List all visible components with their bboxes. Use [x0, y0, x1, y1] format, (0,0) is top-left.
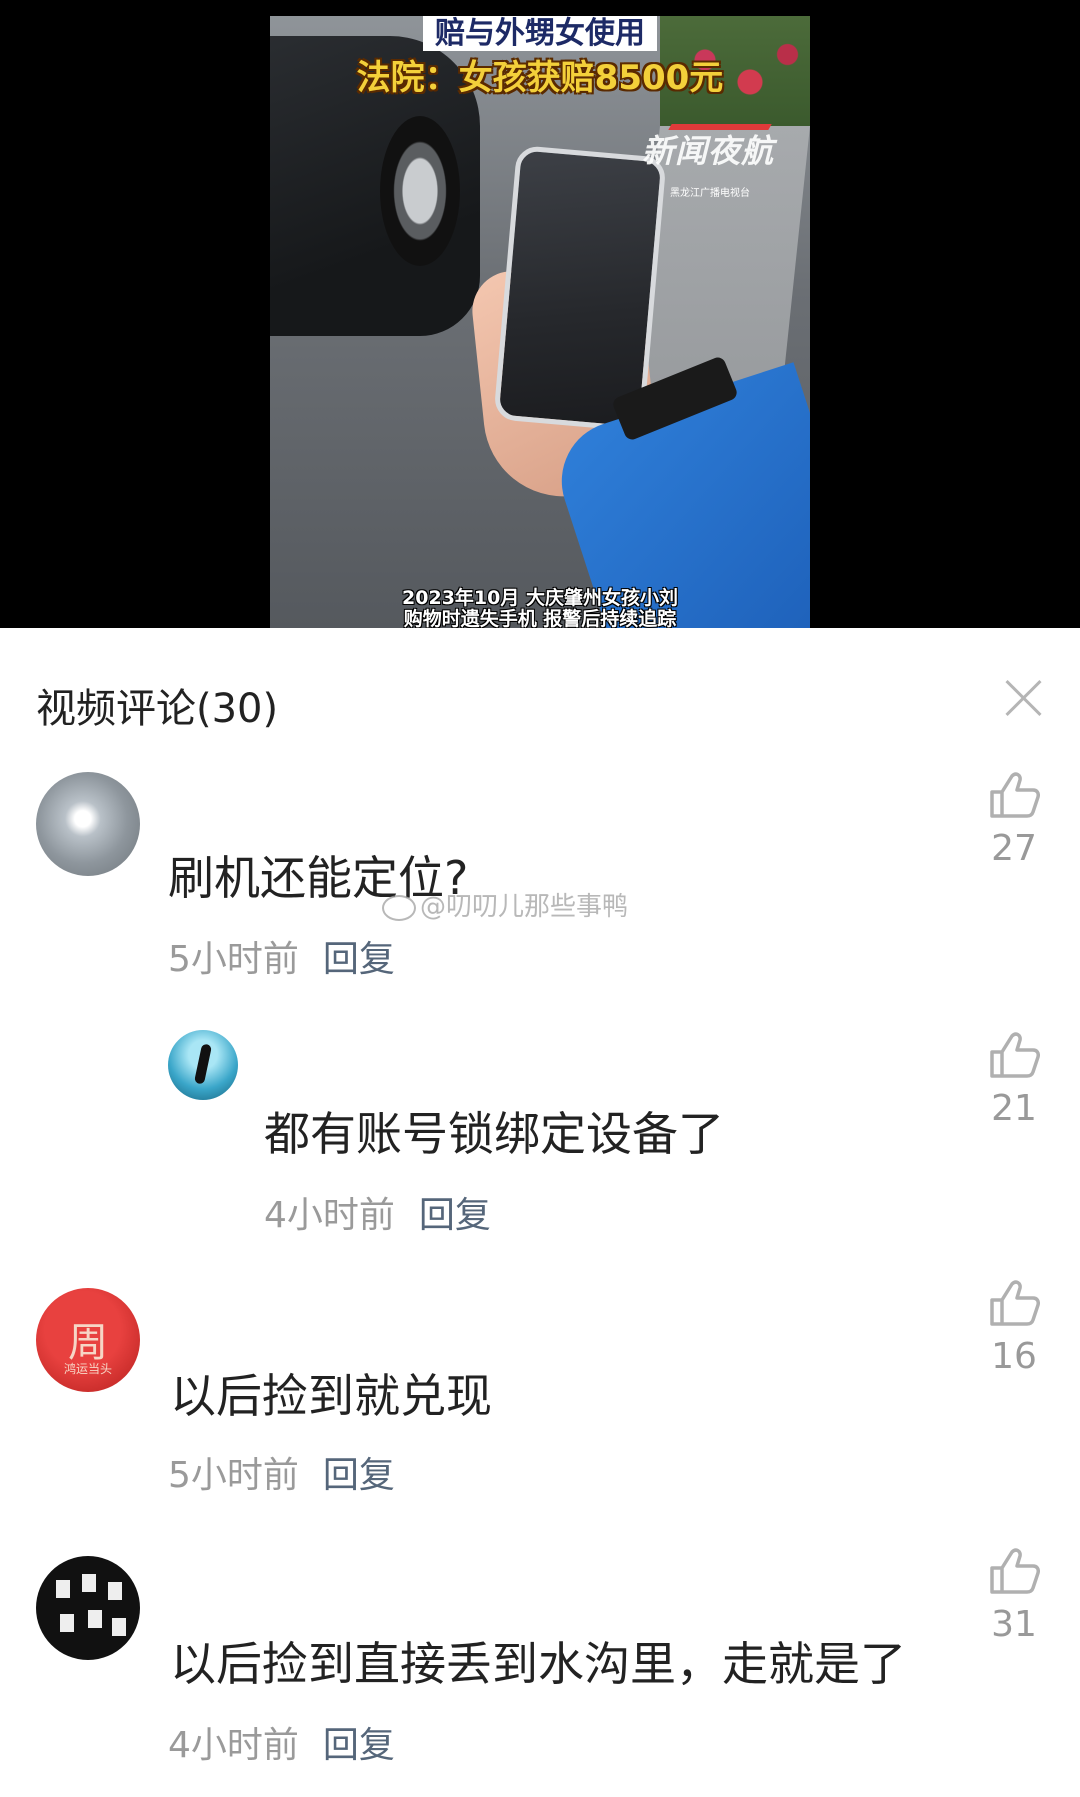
avatar-subtext: 鸿运当头 — [63, 1362, 112, 1376]
avatar-dot — [60, 1614, 74, 1632]
weibo-icon — [382, 894, 416, 921]
video-logo-subtext: 黑龙江广播电视台 — [670, 188, 750, 199]
video-headline-top: 赔与外甥女使用 — [270, 16, 810, 52]
avatar-dot — [56, 1580, 70, 1598]
like-button[interactable]: 27 — [986, 772, 1042, 869]
comment-meta: 4小时前 回复 — [264, 1186, 491, 1238]
reply-button[interactable]: 回复 — [323, 1455, 395, 1496]
comment-meta: 4小时前 回复 — [168, 1716, 395, 1768]
close-icon[interactable] — [1002, 676, 1046, 720]
watermark: @叨叨儿那些事鸭 — [382, 886, 628, 923]
like-count: 27 — [991, 828, 1037, 869]
comment-time: 4小时前 — [264, 1195, 395, 1236]
avatar[interactable]: 周 鸿运当头 — [36, 1288, 140, 1392]
avatar-dot — [88, 1610, 102, 1628]
video-logo: 新闻夜航 — [641, 132, 774, 170]
video-caption-line1: 2023年10月 大庆肇州女孩小刘 — [402, 587, 678, 609]
comments-title: 视频评论(30) — [36, 686, 279, 732]
avatar-dot — [112, 1618, 126, 1636]
video-caption: 2023年10月 大庆肇州女孩小刘 购物时遗失手机 报警后持续追踪 — [270, 587, 810, 629]
comment-time: 5小时前 — [168, 939, 299, 980]
comment-text: 以后捡到直接丢到水沟里，走就是了 — [170, 1637, 906, 1691]
thumbs-up-icon — [990, 1280, 1040, 1326]
comment-text: 都有账号锁绑定设备了 — [264, 1107, 724, 1161]
like-button[interactable]: 16 — [986, 1280, 1042, 1377]
comment-text: 以后捡到就兑现 — [170, 1369, 492, 1423]
video-wheel — [380, 116, 460, 266]
thumbs-up-icon — [990, 1548, 1040, 1594]
avatar-dot — [108, 1582, 122, 1600]
video-headline-main: 法院：女孩获赔8500元 — [356, 58, 724, 98]
comment-time: 4小时前 — [168, 1725, 299, 1766]
reply-button[interactable]: 回复 — [323, 1725, 395, 1766]
thumbs-up-icon — [990, 1032, 1040, 1078]
like-count: 16 — [991, 1336, 1037, 1377]
comment-meta: 5小时前 回复 — [168, 1446, 395, 1498]
like-button[interactable]: 31 — [986, 1548, 1042, 1645]
like-count: 21 — [991, 1088, 1037, 1129]
avatar-dot — [82, 1574, 96, 1592]
video-frame[interactable]: 赔与外甥女使用 法院：女孩获赔8500元 新闻夜航 黑龙江广播电视台 2023年… — [270, 16, 810, 628]
thumbs-up-icon — [990, 772, 1040, 818]
reply-button[interactable]: 回复 — [419, 1195, 491, 1236]
watermark-text: @叨叨儿那些事鸭 — [420, 892, 629, 922]
video-player[interactable]: 赔与外甥女使用 法院：女孩获赔8500元 新闻夜航 黑龙江广播电视台 2023年… — [0, 0, 1080, 628]
avatar[interactable] — [168, 1030, 238, 1100]
reply-button[interactable]: 回复 — [323, 939, 395, 980]
comment-meta: 5小时前 回复 — [168, 930, 395, 982]
video-caption-line2: 购物时遗失手机 报警后持续追踪 — [403, 608, 677, 629]
comment-time: 5小时前 — [168, 1455, 299, 1496]
avatar[interactable] — [36, 1556, 140, 1660]
avatar[interactable] — [36, 772, 140, 876]
like-count: 31 — [991, 1604, 1037, 1645]
like-button[interactable]: 21 — [986, 1032, 1042, 1129]
